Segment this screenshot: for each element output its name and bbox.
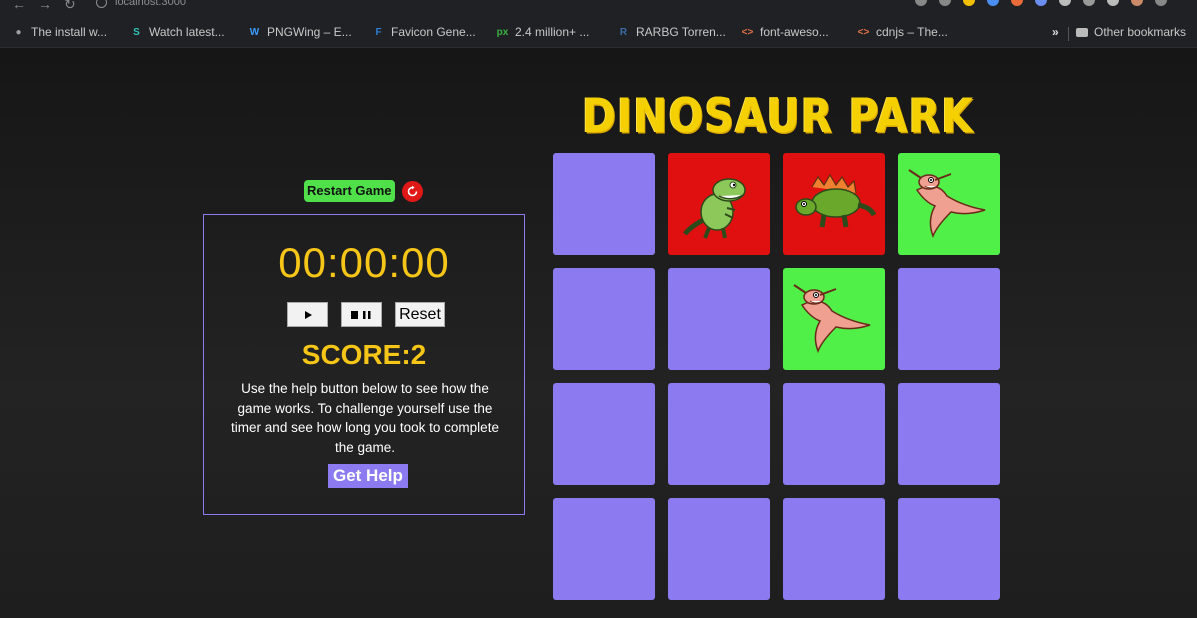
code-icon: <> — [741, 26, 754, 38]
restart-row: Restart Game — [304, 180, 423, 202]
bookmarks-bar: ● The install w... S Watch latest... W PNGWin… — [0, 22, 1197, 44]
avatar[interactable] — [1131, 0, 1143, 6]
bookmark-label: The install w... — [31, 25, 108, 39]
memory-card[interactable] — [553, 498, 655, 600]
memory-card[interactable] — [898, 268, 1000, 370]
memory-card[interactable] — [553, 268, 655, 370]
memory-card[interactable] — [668, 498, 770, 600]
bookmark-label: font-aweso... — [760, 25, 829, 39]
game-page: Restart Game 00:00:00 Reset SCORE:2 Use … — [0, 48, 1197, 618]
puzzle-icon[interactable] — [1083, 0, 1095, 6]
folder-icon — [1076, 27, 1088, 37]
code-icon: <> — [857, 26, 870, 38]
get-help-button[interactable]: Get Help — [328, 464, 408, 488]
memory-card[interactable] — [783, 153, 885, 255]
extension-icon[interactable] — [963, 0, 975, 6]
other-bookmarks-label: Other bookmarks — [1094, 25, 1187, 39]
pterodactyl-icon — [907, 166, 991, 243]
reset-timer-button[interactable]: Reset — [395, 302, 445, 327]
game-title: DINOSAUR PARK — [582, 88, 974, 144]
memory-card[interactable] — [898, 498, 1000, 600]
bookmark-item[interactable]: px 2.4 million+ ... — [496, 25, 590, 39]
bookmark-item[interactable]: F Favicon Gene... — [372, 25, 476, 39]
forward-arrow-icon[interactable]: → — [38, 0, 52, 12]
bookmark-label: PNGWing – E... — [267, 25, 352, 39]
bookmark-label: Watch latest... — [149, 25, 225, 39]
extension-icon[interactable] — [1011, 0, 1023, 6]
bookmark-item[interactable]: R RARBG Torren... — [617, 25, 726, 39]
bookmark-item[interactable]: ● The install w... — [12, 25, 107, 39]
refresh-icon — [407, 185, 417, 196]
memory-card[interactable] — [668, 383, 770, 485]
bookmark-item[interactable]: <> font-aweso... — [741, 25, 829, 39]
share-icon[interactable] — [915, 0, 927, 6]
control-panel: 00:00:00 Reset SCORE:2 Use the help butt… — [203, 214, 525, 515]
favicon-logo-icon: F — [375, 26, 382, 38]
globe-icon: ● — [15, 26, 22, 38]
pause-button[interactable] — [341, 302, 382, 327]
bookmark-label: RARBG Torren... — [636, 25, 726, 39]
stop-pause-icon — [350, 310, 370, 319]
bookmark-item[interactable]: S Watch latest... — [130, 25, 225, 39]
star-icon[interactable] — [939, 0, 951, 6]
reload-icon[interactable]: ↻ — [64, 0, 76, 13]
camera-icon[interactable] — [1059, 0, 1071, 6]
memory-card[interactable] — [783, 498, 885, 600]
extension-icon[interactable] — [1035, 0, 1047, 6]
divider — [1068, 27, 1069, 41]
pngwing-logo-icon: W — [249, 26, 260, 38]
bookmark-item[interactable]: W PNGWing – E... — [248, 25, 352, 39]
bookmark-label: Favicon Gene... — [391, 25, 476, 39]
address-bar-row: ← → ↻ localhost:3000 — [0, 0, 1197, 14]
restart-game-button[interactable]: Restart Game — [304, 180, 395, 202]
more-bookmarks-chevron-icon[interactable]: » — [1052, 25, 1059, 39]
memory-card[interactable] — [898, 153, 1000, 255]
play-icon — [304, 310, 312, 319]
r-logo-icon: R — [619, 26, 628, 38]
timer-controls: Reset — [287, 302, 445, 327]
s-logo-icon: S — [133, 26, 140, 38]
restart-icon[interactable] — [401, 180, 423, 202]
site-info-icon[interactable] — [96, 0, 107, 8]
bookmark-label: cdnjs – The... — [876, 25, 948, 39]
memory-card[interactable] — [783, 383, 885, 485]
t-rex-icon — [679, 162, 759, 247]
memory-card[interactable] — [668, 153, 770, 255]
memory-card[interactable] — [668, 268, 770, 370]
extension-icon[interactable] — [987, 0, 999, 6]
memory-card[interactable] — [783, 268, 885, 370]
bookmark-item[interactable]: <> cdnjs – The... — [857, 25, 948, 39]
memory-card[interactable] — [553, 383, 655, 485]
pterodactyl-icon — [792, 281, 876, 358]
timer-display: 00:00:00 — [278, 239, 450, 286]
memory-card[interactable] — [553, 153, 655, 255]
address-bar-url[interactable]: localhost:3000 — [115, 0, 186, 8]
stegosaurus-icon — [792, 167, 877, 242]
score-display: SCORE:2 — [301, 339, 427, 370]
sidebar-icon[interactable] — [1107, 0, 1119, 6]
bookmark-label: 2.4 million+ ... — [515, 25, 590, 39]
extensions-area — [915, 0, 1167, 6]
play-button[interactable] — [287, 302, 328, 327]
instructions-text: Use the help button below to see how the… — [231, 381, 499, 455]
memory-card[interactable] — [898, 383, 1000, 485]
browser-chrome: ← → ↻ localhost:3000 ● The install w... S W… — [0, 0, 1197, 48]
other-bookmarks[interactable]: Other bookmarks — [1076, 25, 1186, 39]
px-logo-icon: px — [496, 26, 509, 38]
back-arrow-icon[interactable]: ← — [12, 0, 26, 12]
menu-icon[interactable] — [1155, 0, 1167, 6]
